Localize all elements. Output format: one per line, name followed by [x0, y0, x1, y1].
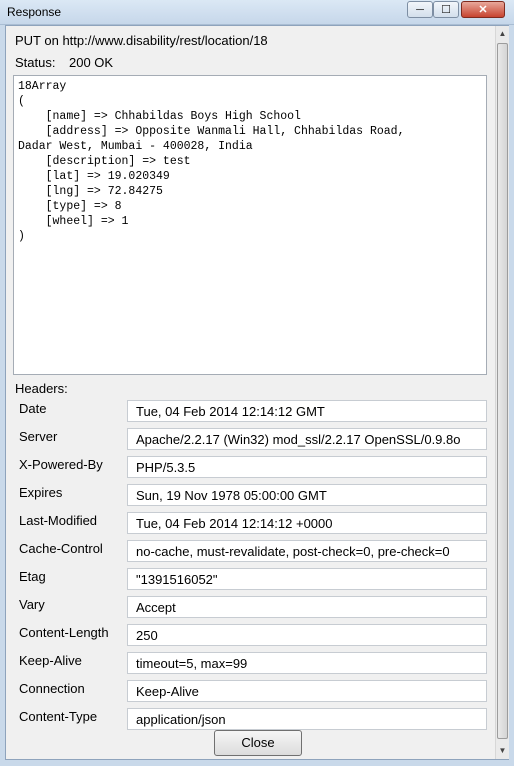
header-value-field[interactable]: Accept	[127, 596, 487, 618]
header-value-field[interactable]: Tue, 04 Feb 2014 12:14:12 +0000	[127, 512, 487, 534]
header-value-field[interactable]: Keep-Alive	[127, 680, 487, 702]
close-button[interactable]: Close	[214, 730, 302, 756]
status-label: Status:	[15, 55, 56, 70]
minimize-button[interactable]: ─	[407, 1, 433, 18]
header-value-field[interactable]: application/json	[127, 708, 487, 730]
dialog-client-area: PUT on http://www.disability/rest/locati…	[5, 25, 509, 760]
header-name: Etag	[19, 569, 46, 584]
header-row-server: Server Apache/2.2.17 (Win32) mod_ssl/2.2…	[6, 426, 496, 454]
header-name: Last-Modified	[19, 513, 98, 528]
header-name: Cache-Control	[19, 541, 103, 556]
header-value-field[interactable]: Sun, 19 Nov 1978 05:00:00 GMT	[127, 484, 487, 506]
header-value-field[interactable]: "1391516052"	[127, 568, 487, 590]
response-body-textarea[interactable]: 18Array ( [name] => Chhabildas Boys High…	[13, 75, 487, 375]
header-name: Keep-Alive	[19, 653, 82, 668]
scroll-up-arrow-icon[interactable]: ▲	[496, 26, 509, 42]
request-line: PUT on http://www.disability/rest/locati…	[15, 33, 268, 48]
header-row-expires: Expires Sun, 19 Nov 1978 05:00:00 GMT	[6, 482, 496, 510]
title-bar: Response ─ ☐ ✕	[0, 0, 514, 25]
window-title: Response	[7, 5, 62, 19]
header-row-vary: Vary Accept	[6, 594, 496, 622]
header-row-x-powered-by: X-Powered-By PHP/5.3.5	[6, 454, 496, 482]
maximize-button[interactable]: ☐	[433, 1, 459, 18]
header-row-content-length: Content-Length 250	[6, 622, 496, 650]
headers-label: Headers:	[15, 381, 68, 396]
header-row-cache-control: Cache-Control no-cache, must-revalidate,…	[6, 538, 496, 566]
status-value: 200 OK	[69, 55, 114, 70]
minimize-icon: ─	[416, 4, 424, 16]
header-name: Expires	[19, 485, 63, 500]
header-row-connection: Connection Keep-Alive	[6, 678, 496, 706]
header-value-field[interactable]: Apache/2.2.17 (Win32) mod_ssl/2.2.17 Ope…	[127, 428, 487, 450]
header-value-field[interactable]: timeout=5, max=99	[127, 652, 487, 674]
header-value-field[interactable]: 250	[127, 624, 487, 646]
header-name: X-Powered-By	[19, 457, 103, 472]
close-icon: ✕	[478, 4, 488, 16]
scroll-down-arrow-icon[interactable]: ▼	[496, 743, 509, 759]
header-row-etag: Etag "1391516052"	[6, 566, 496, 594]
maximize-icon: ☐	[441, 4, 451, 16]
header-value-field[interactable]: no-cache, must-revalidate, post-check=0,…	[127, 540, 487, 562]
vertical-scrollbar[interactable]: ▲ ▼	[495, 26, 509, 759]
scrollbar-thumb[interactable]	[497, 43, 508, 739]
header-name: Content-Type	[19, 709, 98, 724]
close-window-button[interactable]: ✕	[461, 1, 505, 18]
header-row-date: Date Tue, 04 Feb 2014 12:14:12 GMT	[6, 398, 496, 426]
header-name: Vary	[19, 597, 45, 612]
header-row-keep-alive: Keep-Alive timeout=5, max=99	[6, 650, 496, 678]
header-name: Server	[19, 429, 58, 444]
header-name: Connection	[19, 681, 85, 696]
header-name: Date	[19, 401, 47, 416]
header-value-field[interactable]: Tue, 04 Feb 2014 12:14:12 GMT	[127, 400, 487, 422]
header-value-field[interactable]: PHP/5.3.5	[127, 456, 487, 478]
header-name: Content-Length	[19, 625, 109, 640]
header-row-last-modified: Last-Modified Tue, 04 Feb 2014 12:14:12 …	[6, 510, 496, 538]
